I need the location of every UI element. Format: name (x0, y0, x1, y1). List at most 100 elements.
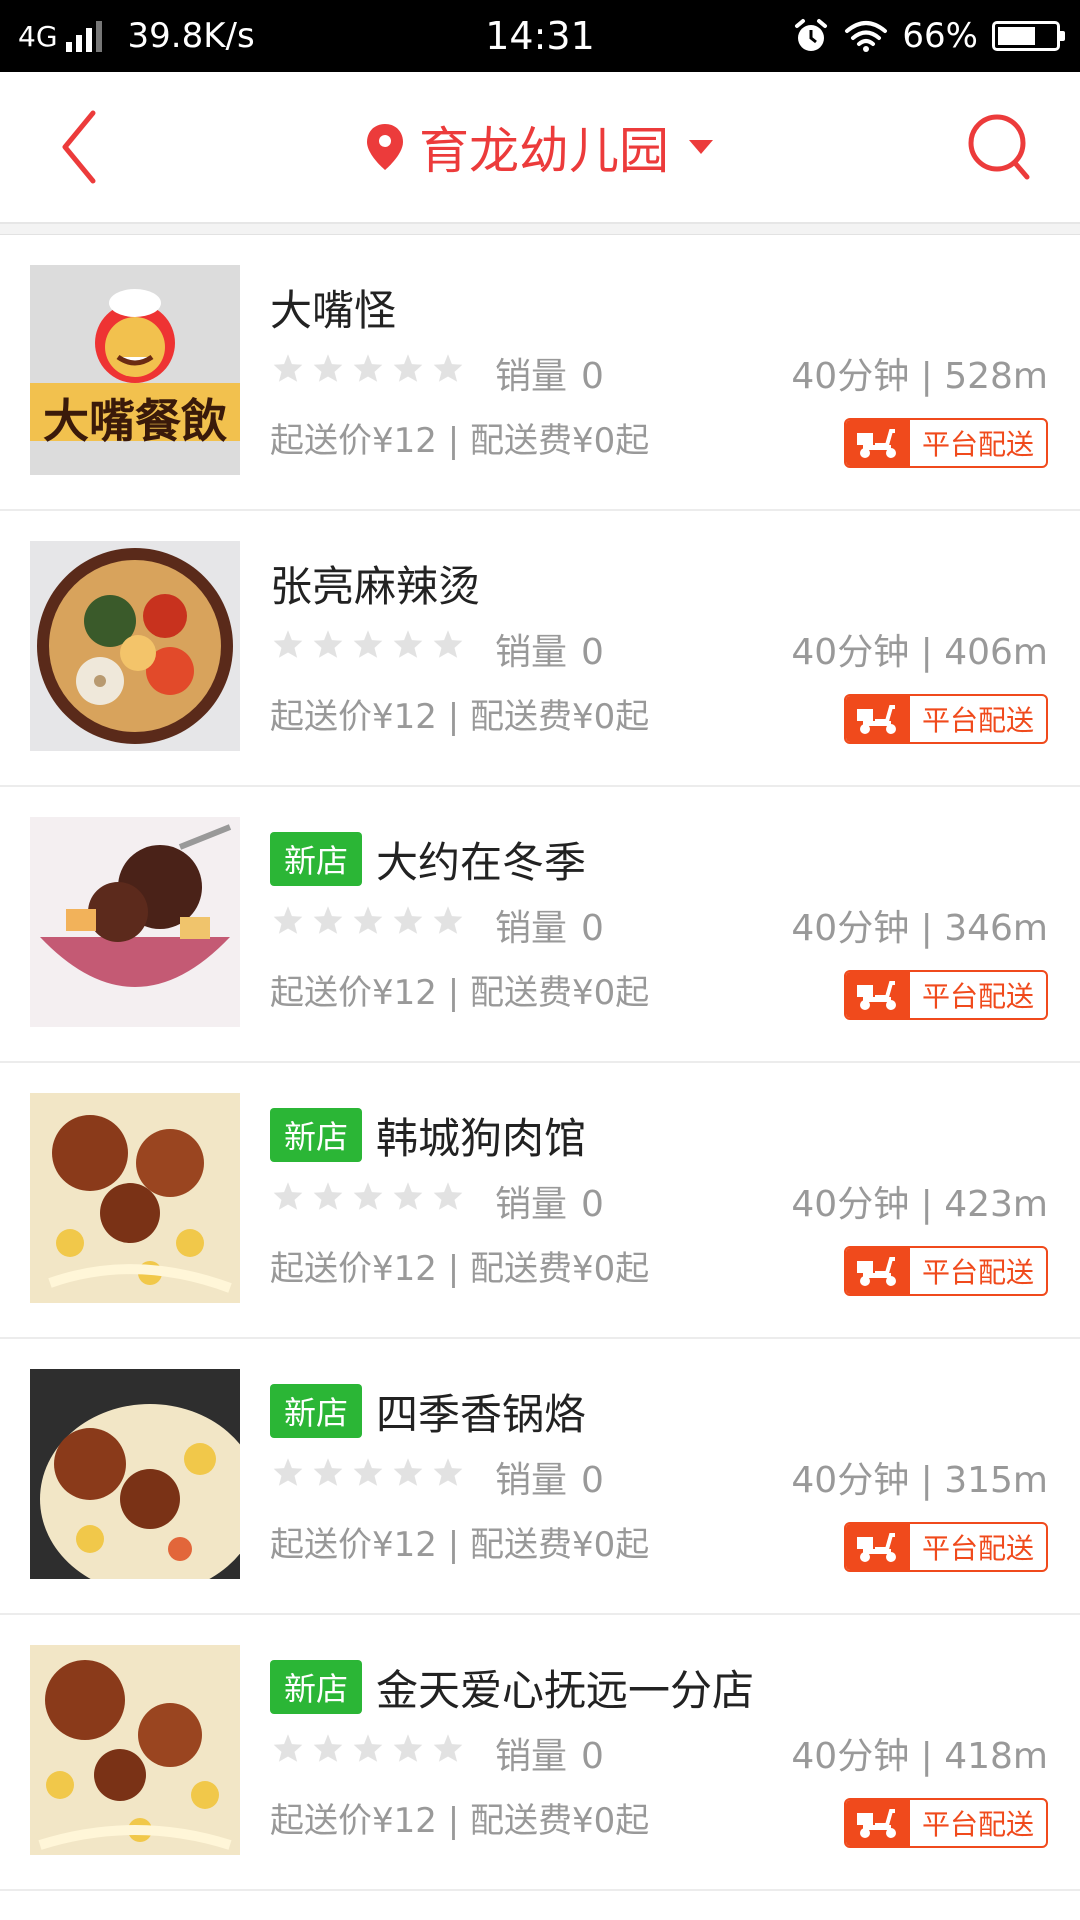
scooter-icon (846, 1248, 910, 1294)
delivery-time-distance: 40分钟 | 315m (791, 1460, 1048, 1501)
platform-delivery-badge: 平台配送 (844, 418, 1048, 468)
star-icon (353, 1458, 383, 1486)
battery-level (998, 27, 1035, 45)
delivery-label: 平台配送 (921, 428, 1034, 461)
sales-count: 销量 0 (495, 623, 604, 675)
scooter-icon (846, 1800, 910, 1846)
star-icon (393, 1734, 423, 1762)
shop-name: 大嘴怪 (270, 285, 397, 335)
location-title: 育龙幼儿园 (419, 122, 669, 180)
malatang-bowl-image (30, 541, 240, 751)
sales-count: 销量 0 (495, 1451, 604, 1503)
min-order-fee: 起送价¥12 | 配送费¥0起 (270, 697, 650, 737)
new-shop-badge: 新店 (270, 1108, 363, 1162)
shop-item[interactable]: 新店 四季香锅烙 销量 0 40分钟 | 315m 起送价¥12 | 配送费¥0起… (0, 1339, 1080, 1615)
sales-value: 0 (581, 632, 604, 673)
shop-name: 韩城狗肉馆 (376, 1113, 587, 1163)
platform-delivery-badge: 平台配送 (844, 1522, 1048, 1572)
platform-delivery-badge: 平台配送 (844, 1798, 1048, 1848)
star-icon (313, 1458, 343, 1486)
star-icon (353, 906, 383, 934)
shop-item[interactable]: 新店 金天爱心抚远一分店 销量 0 40分钟 | 418m 起送价¥12 | 配送… (0, 1615, 1080, 1891)
star-icon (273, 354, 303, 382)
rating-stars (272, 353, 472, 383)
sales-count: 销量 0 (495, 1727, 604, 1779)
shop-item[interactable]: 大嘴餐飲 大嘴怪 销量 0 40分钟 | 528m 起送价¥12 | 配送费¥0起… (0, 235, 1080, 511)
sales-label: 销量 (495, 1460, 568, 1501)
rating-stars (272, 1181, 472, 1211)
star-icon (353, 354, 383, 382)
shop-thumbnail (30, 1369, 240, 1579)
delivery-label: 平台配送 (921, 980, 1034, 1013)
sales-count: 销量 0 (495, 1175, 604, 1227)
star-icon (353, 630, 383, 658)
location-selector[interactable]: 育龙幼儿园 (0, 72, 1080, 222)
star-icon (433, 354, 463, 382)
platform-delivery-badge: 平台配送 (844, 970, 1048, 1020)
delivery-time-distance: 40分钟 | 406m (791, 632, 1048, 673)
shop-list: 大嘴餐飲 大嘴怪 销量 0 40分钟 | 528m 起送价¥12 | 配送费¥0起… (0, 235, 1080, 1891)
star-icon (313, 906, 343, 934)
shop-item[interactable]: 新店 韩城狗肉馆 销量 0 40分钟 | 423m 起送价¥12 | 配送费¥0起… (0, 1063, 1080, 1339)
sales-count: 销量 0 (495, 899, 604, 951)
sales-label: 销量 (495, 1184, 568, 1225)
star-icon (433, 1458, 463, 1486)
sales-value: 0 (581, 356, 604, 397)
sales-value: 0 (581, 1184, 604, 1225)
battery-percent: 66% (902, 16, 978, 56)
star-icon (273, 1734, 303, 1762)
rating-stars (272, 1457, 472, 1487)
shop-item[interactable]: 新店 大约在冬季 销量 0 40分钟 | 346m 起送价¥12 | 配送费¥0起… (0, 787, 1080, 1063)
top-nav: 育龙幼儿园 (0, 72, 1080, 224)
noodle-dish-image (30, 1645, 240, 1855)
sales-label: 销量 (495, 908, 568, 949)
delivery-label: 平台配送 (921, 1808, 1034, 1841)
star-icon (433, 630, 463, 658)
star-icon (273, 1182, 303, 1210)
star-icon (273, 630, 303, 658)
scooter-icon (846, 1524, 910, 1570)
platform-delivery-badge: 平台配送 (844, 694, 1048, 744)
min-order-fee: 起送价¥12 | 配送费¥0起 (270, 1525, 650, 1565)
star-icon (353, 1182, 383, 1210)
location-pin-icon (367, 124, 403, 170)
star-icon (393, 1458, 423, 1486)
delivery-label: 平台配送 (921, 1532, 1034, 1565)
shop-name: 张亮麻辣烫 (270, 561, 481, 611)
shop-name: 大约在冬季 (376, 837, 587, 887)
shop-thumbnail (30, 817, 240, 1027)
scooter-icon (846, 420, 910, 466)
sales-label: 销量 (495, 1736, 568, 1777)
min-order-fee: 起送价¥12 | 配送费¥0起 (270, 973, 650, 1013)
star-icon (313, 1734, 343, 1762)
divider-band (0, 224, 1080, 235)
min-order-fee: 起送价¥12 | 配送费¥0起 (270, 421, 650, 461)
star-icon (393, 354, 423, 382)
delivery-time-distance: 40分钟 | 423m (791, 1184, 1048, 1225)
star-icon (313, 1182, 343, 1210)
delivery-time-distance: 40分钟 | 418m (791, 1736, 1048, 1777)
noodle-dish-image (30, 1369, 240, 1579)
new-shop-badge: 新店 (270, 832, 363, 886)
noodle-dish-image (30, 1093, 240, 1303)
scooter-icon (846, 972, 910, 1018)
search-button[interactable] (960, 107, 1040, 187)
shop-thumbnail (30, 1093, 240, 1303)
platform-delivery-badge: 平台配送 (844, 1246, 1048, 1296)
rating-stars (272, 1733, 472, 1763)
new-shop-badge: 新店 (270, 1660, 363, 1714)
wifi-icon (845, 21, 888, 52)
shop-name: 四季香锅烙 (376, 1389, 587, 1439)
star-icon (353, 1734, 383, 1762)
ice-cream-image (30, 817, 240, 1027)
status-bar: 4G 39.8K/s 14:31 66% (0, 0, 1080, 72)
sales-value: 0 (581, 908, 604, 949)
star-icon (273, 1458, 303, 1486)
sales-label: 销量 (495, 356, 568, 397)
delivery-label: 平台配送 (921, 704, 1034, 737)
shop-name: 金天爱心抚远一分店 (376, 1665, 755, 1715)
shop-logo-text: 大嘴餐飲 (43, 394, 227, 448)
caret-down-icon (689, 140, 713, 154)
shop-item[interactable]: 张亮麻辣烫 销量 0 40分钟 | 406m 起送价¥12 | 配送费¥0起 平台… (0, 511, 1080, 787)
star-icon (393, 630, 423, 658)
